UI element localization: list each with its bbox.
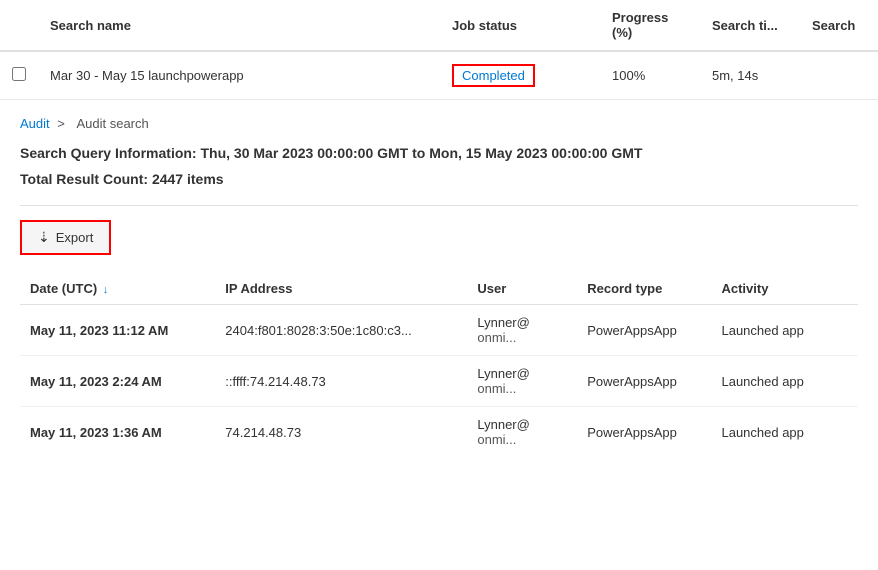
job-progress: 100%: [600, 51, 700, 100]
user-header: User: [467, 273, 577, 305]
search-action-header: Search: [800, 0, 878, 51]
row-record-type: PowerAppsApp: [577, 356, 711, 407]
row-activity: Launched app: [711, 356, 858, 407]
row-record-type: PowerAppsApp: [577, 305, 711, 356]
table-row: May 11, 2023 1:36 AM 74.214.48.73 Lynner…: [20, 407, 858, 458]
breadcrumb-audit-search: Audit search: [76, 116, 148, 131]
job-status-badge: Completed: [452, 64, 535, 87]
result-count-text: Total Result Count: 2447 items: [20, 171, 858, 187]
audit-results-table: Date (UTC) ↓ IP Address User Record type…: [20, 273, 858, 457]
row-checkbox[interactable]: [12, 67, 26, 81]
progress-header: Progress (%): [600, 0, 700, 51]
export-icon: ⇣: [38, 229, 50, 246]
row-date: May 11, 2023 2:24 AM: [20, 356, 215, 407]
record-type-header: Record type: [577, 273, 711, 305]
search-job-row: Mar 30 - May 15 launchpowerapp Completed…: [0, 51, 878, 100]
row-ip: 74.214.48.73: [215, 407, 467, 458]
row-ip: 2404:f801:8028:3:50e:1c80:c3...: [215, 305, 467, 356]
search-time-header: Search ti...: [700, 0, 800, 51]
breadcrumb-audit-link[interactable]: Audit: [20, 116, 50, 131]
breadcrumb-separator: >: [57, 116, 65, 131]
search-name-header: Search name: [38, 0, 440, 51]
job-time: 5m, 14s: [700, 51, 800, 100]
table-row: May 11, 2023 11:12 AM 2404:f801:8028:3:5…: [20, 305, 858, 356]
job-status-header: Job status: [440, 0, 600, 51]
table-row: May 11, 2023 2:24 AM ::ffff:74.214.48.73…: [20, 356, 858, 407]
row-activity: Launched app: [711, 407, 858, 458]
row-record-type: PowerAppsApp: [577, 407, 711, 458]
row-date: May 11, 2023 1:36 AM: [20, 407, 215, 458]
row-activity: Launched app: [711, 305, 858, 356]
search-jobs-table: Search name Job status Progress (%) Sear…: [0, 0, 878, 100]
export-label: Export: [56, 230, 94, 245]
job-name: Mar 30 - May 15 launchpowerapp: [38, 51, 440, 100]
row-user: Lynner@onmi...: [467, 356, 577, 407]
export-button[interactable]: ⇣ Export: [20, 220, 111, 255]
activity-header: Activity: [711, 273, 858, 305]
sort-icon[interactable]: ↓: [103, 284, 109, 296]
audit-detail-section: Audit > Audit search Search Query Inform…: [0, 100, 878, 473]
row-date: May 11, 2023 11:12 AM: [20, 305, 215, 356]
row-user: Lynner@onmi...: [467, 407, 577, 458]
ip-header: IP Address: [215, 273, 467, 305]
date-header: Date (UTC) ↓: [20, 273, 215, 305]
section-divider: [20, 205, 858, 206]
row-ip: ::ffff:74.214.48.73: [215, 356, 467, 407]
breadcrumb: Audit > Audit search: [20, 116, 858, 131]
row-user: Lynner@onmi...: [467, 305, 577, 356]
checkbox-header: [0, 0, 38, 51]
query-info-text: Search Query Information: Thu, 30 Mar 20…: [20, 145, 858, 161]
